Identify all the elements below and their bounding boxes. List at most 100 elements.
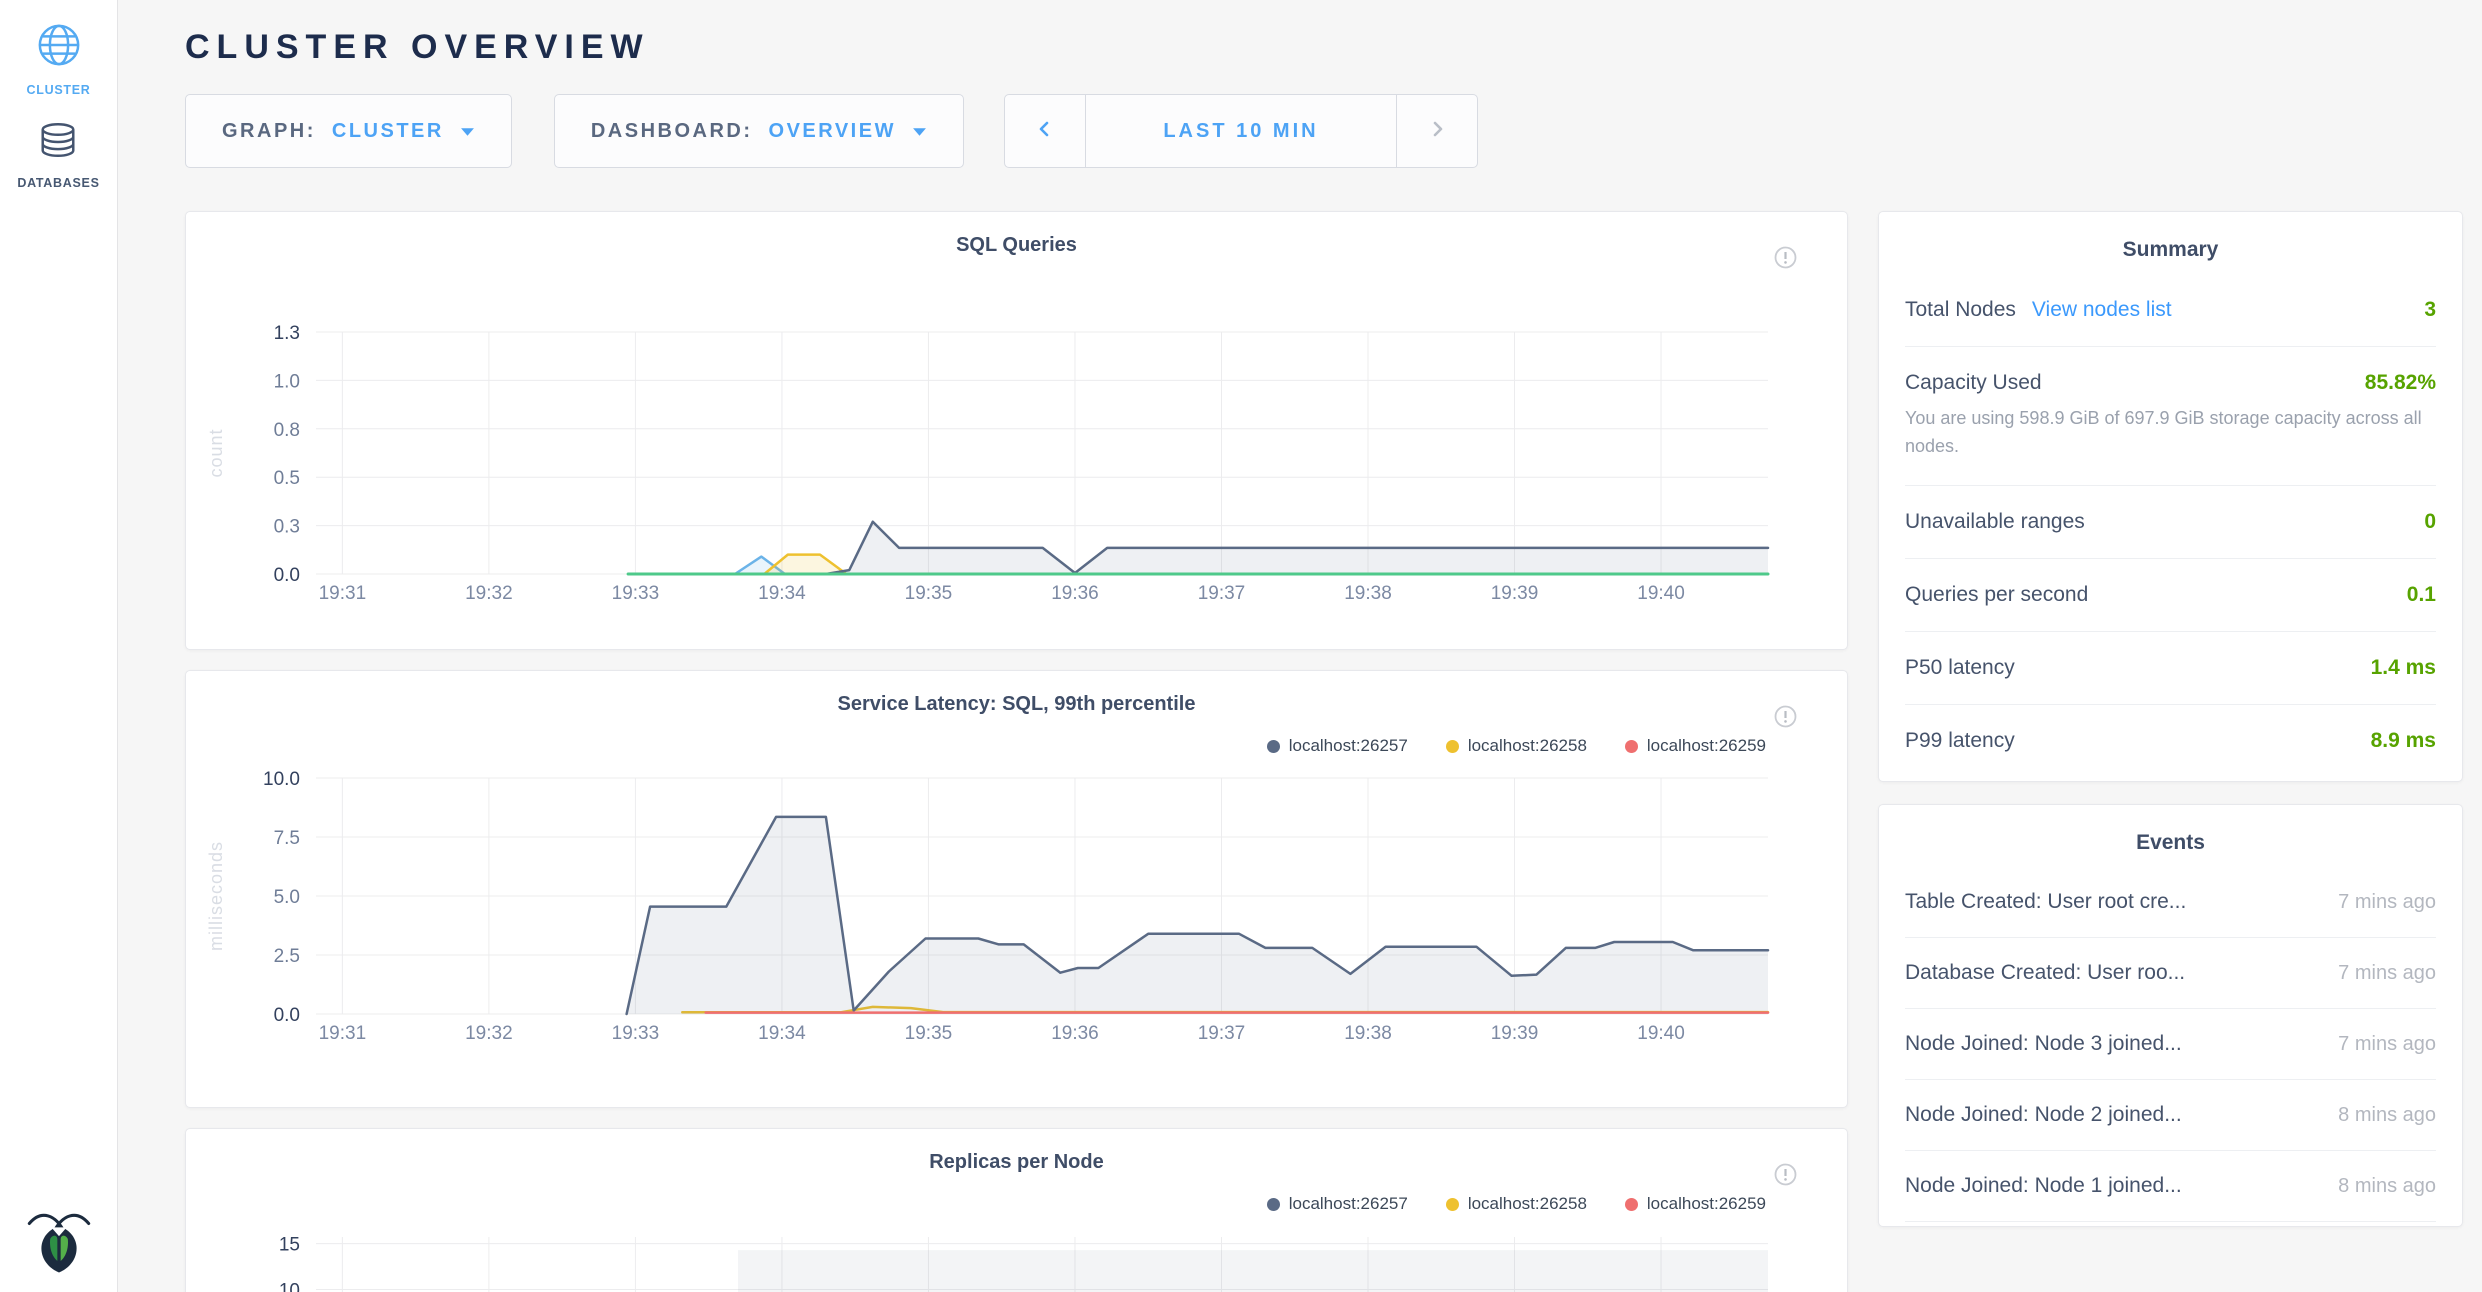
event-row[interactable]: Database Created: User roo... 7 mins ago bbox=[1905, 938, 2436, 1009]
sidebar-item-databases[interactable]: DATABASES bbox=[17, 121, 99, 190]
legend-item[interactable]: localhost:26257 bbox=[1267, 736, 1408, 756]
summary-body: Total NodesView nodes list3Capacity Used… bbox=[1879, 262, 2462, 781]
svg-text:19:33: 19:33 bbox=[612, 1023, 660, 1044]
chevron-down-icon bbox=[912, 120, 927, 143]
summary-row-value: 1.4 ms bbox=[2371, 656, 2436, 680]
summary-row: P50 latency 1.4 ms bbox=[1905, 632, 2436, 705]
svg-text:count: count bbox=[206, 428, 226, 477]
event-row[interactable]: Node Joined: Node 1 joined...8 mins ago bbox=[1905, 1151, 2436, 1222]
legend-label: localhost:26257 bbox=[1289, 1194, 1408, 1214]
page-title: CLUSTER OVERVIEW bbox=[185, 28, 2463, 67]
svg-text:2.5: 2.5 bbox=[274, 946, 300, 967]
svg-text:19:37: 19:37 bbox=[1198, 1023, 1246, 1044]
dashboard-dropdown-value: OVERVIEW bbox=[769, 120, 896, 143]
chevron-right-icon bbox=[1428, 120, 1446, 143]
legend-dot-icon bbox=[1267, 1198, 1280, 1211]
event-time: 7 mins ago bbox=[2338, 962, 2436, 985]
legend-dot-icon bbox=[1446, 1198, 1459, 1211]
event-time: 7 mins ago bbox=[2338, 1033, 2436, 1056]
legend-label: localhost:26259 bbox=[1647, 736, 1766, 756]
event-label: Node Joined: Node 1 joined... bbox=[1905, 1174, 2182, 1198]
cockroachdb-logo[interactable] bbox=[27, 1207, 91, 1278]
summary-row-value: 8.9 ms bbox=[2371, 729, 2436, 753]
event-label: Table Created: User root cre... bbox=[1905, 890, 2186, 914]
svg-text:0.0: 0.0 bbox=[274, 565, 300, 586]
event-row[interactable]: Node Joined: Node 2 joined...8 mins ago bbox=[1905, 1080, 2436, 1151]
summary-row-value: 3 bbox=[2424, 298, 2436, 322]
event-row[interactable]: Table Created: User root cre... 7 mins ag… bbox=[1905, 867, 2436, 938]
legend-label: localhost:26259 bbox=[1647, 1194, 1766, 1214]
panels-column: Summary Total NodesView nodes list3Capac… bbox=[1878, 211, 2463, 1292]
graph-dropdown-value: CLUSTER bbox=[332, 120, 444, 143]
sidebar-item-label: DATABASES bbox=[17, 176, 99, 190]
svg-text:19:40: 19:40 bbox=[1637, 1023, 1685, 1044]
legend-dot-icon bbox=[1625, 1198, 1638, 1211]
svg-text:10: 10 bbox=[279, 1280, 300, 1292]
time-range-next-button[interactable] bbox=[1397, 95, 1477, 167]
summary-row-subtext: You are using 598.9 GiB of 697.9 GiB sto… bbox=[1905, 405, 2436, 461]
legend-item[interactable]: localhost:26258 bbox=[1446, 1194, 1587, 1214]
legend-item[interactable]: localhost:26259 bbox=[1625, 1194, 1766, 1214]
events-body: Table Created: User root cre... 7 mins ag… bbox=[1879, 855, 2462, 1226]
info-icon[interactable] bbox=[1774, 1163, 1797, 1191]
svg-text:0.8: 0.8 bbox=[274, 420, 300, 441]
legend-item[interactable]: localhost:26257 bbox=[1267, 1194, 1408, 1214]
svg-text:10.0: 10.0 bbox=[263, 769, 300, 790]
summary-row: Queries per second 0.1 bbox=[1905, 559, 2436, 632]
summary-row-value: 85.82% bbox=[2365, 371, 2436, 395]
legend-label: localhost:26258 bbox=[1468, 736, 1587, 756]
graph-dropdown[interactable]: GRAPH: CLUSTER bbox=[185, 94, 512, 168]
summary-row: Capacity Used85.82%You are using 598.9 G… bbox=[1905, 347, 2436, 486]
database-icon bbox=[37, 121, 79, 166]
summary-row: Unavailable ranges0 bbox=[1905, 486, 2436, 559]
info-icon[interactable] bbox=[1774, 705, 1797, 733]
svg-text:19:37: 19:37 bbox=[1198, 583, 1246, 604]
time-range-prev-button[interactable] bbox=[1005, 95, 1085, 167]
chart-title: Service Latency: SQL, 99th percentile bbox=[186, 671, 1847, 727]
event-label: Node Joined: Node 3 joined... bbox=[1905, 1032, 2182, 1056]
svg-text:milliseconds: milliseconds bbox=[206, 841, 226, 951]
view-nodes-list-link[interactable]: View nodes list bbox=[2032, 298, 2172, 322]
svg-text:5.0: 5.0 bbox=[274, 887, 300, 908]
legend-label: localhost:26257 bbox=[1289, 736, 1408, 756]
legend-item[interactable]: localhost:26259 bbox=[1625, 736, 1766, 756]
info-icon[interactable] bbox=[1774, 246, 1797, 274]
svg-text:19:34: 19:34 bbox=[758, 583, 806, 604]
chart-legend: localhost:26257 localhost:26258 localhost:… bbox=[186, 727, 1847, 765]
sidebar-item-cluster[interactable]: CLUSTER bbox=[27, 22, 91, 97]
svg-text:19:36: 19:36 bbox=[1051, 1023, 1099, 1044]
dashboard-dropdown[interactable]: DASHBOARD: OVERVIEW bbox=[554, 94, 964, 168]
svg-text:0.3: 0.3 bbox=[274, 517, 300, 538]
chart-title: SQL Queries bbox=[186, 212, 1847, 268]
main-content: CLUSTER OVERVIEW GRAPH: CLUSTER DASHBOAR… bbox=[118, 0, 2482, 1292]
events-title: Events bbox=[1879, 805, 2462, 855]
svg-text:19:35: 19:35 bbox=[905, 583, 953, 604]
chart-card-sql-queries: SQL Queries 0.00.30.50.81.01.319:3119:32… bbox=[185, 211, 1848, 650]
chart-legend: localhost:26257 localhost:26258 localhost:… bbox=[186, 1185, 1847, 1223]
summary-row-value: 0.1 bbox=[2407, 583, 2436, 607]
svg-text:19:40: 19:40 bbox=[1637, 583, 1685, 604]
time-range-value[interactable]: LAST 10 MIN bbox=[1085, 95, 1397, 167]
graph-dropdown-label: GRAPH: bbox=[222, 120, 316, 143]
summary-row: P99 latency8.9 ms bbox=[1905, 705, 2436, 777]
event-time: 7 mins ago bbox=[2338, 891, 2436, 914]
chart-plot: 151019:3119:3219:3319:3419:3519:3619:371… bbox=[186, 1223, 1849, 1292]
event-row[interactable]: Node Joined: Node 3 joined... 7 mins ago bbox=[1905, 1009, 2436, 1080]
chevron-left-icon bbox=[1036, 120, 1054, 143]
legend-item[interactable]: localhost:26258 bbox=[1446, 736, 1587, 756]
legend-dot-icon bbox=[1625, 740, 1638, 753]
summary-row-label: Queries per second bbox=[1905, 583, 2088, 607]
svg-text:15: 15 bbox=[279, 1235, 300, 1256]
summary-card: Summary Total NodesView nodes list3Capac… bbox=[1878, 211, 2463, 782]
svg-text:19:35: 19:35 bbox=[905, 1023, 953, 1044]
summary-row-label: P50 latency bbox=[1905, 656, 2015, 680]
event-label: Database Created: User roo... bbox=[1905, 961, 2185, 985]
chart-plot: 0.02.55.07.510.019:3119:3219:3319:3419:3… bbox=[186, 765, 1849, 1065]
svg-text:1.0: 1.0 bbox=[274, 371, 300, 392]
dashboard-grid: SQL Queries 0.00.30.50.81.01.319:3119:32… bbox=[185, 211, 2463, 1292]
summary-row-label: Unavailable ranges bbox=[1905, 510, 2085, 534]
svg-text:19:31: 19:31 bbox=[319, 583, 367, 604]
dashboard-dropdown-label: DASHBOARD: bbox=[591, 120, 753, 143]
svg-text:19:32: 19:32 bbox=[465, 583, 513, 604]
svg-text:0.5: 0.5 bbox=[274, 468, 300, 489]
